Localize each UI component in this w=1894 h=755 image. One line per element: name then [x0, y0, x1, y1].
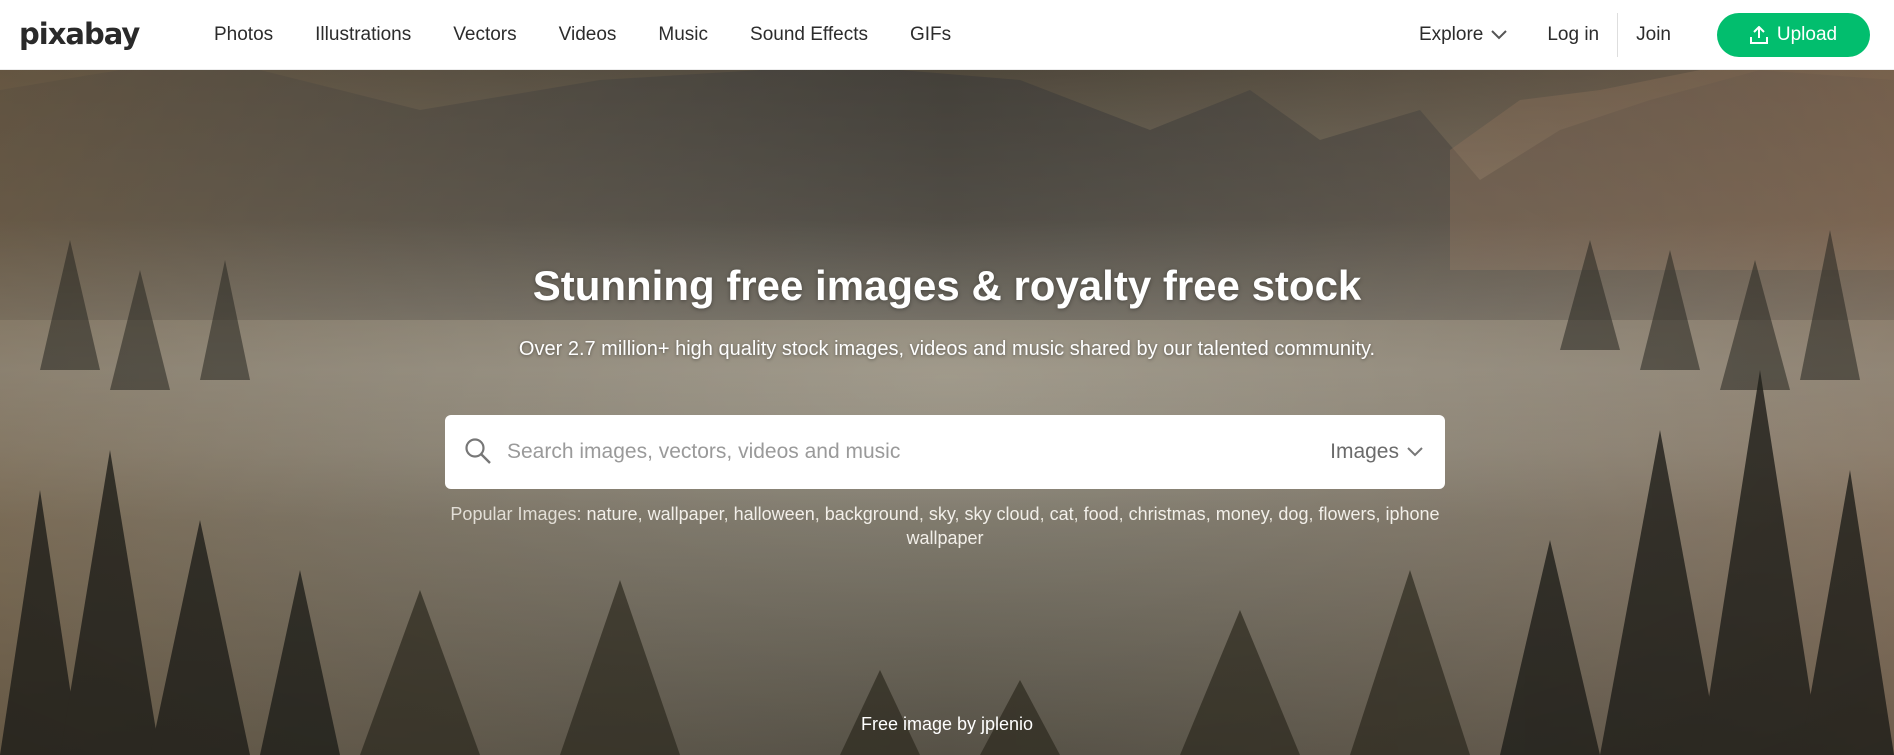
chevron-down-icon [1491, 30, 1508, 40]
upload-label: Upload [1776, 24, 1838, 45]
popular-tag[interactable]: background [825, 504, 919, 524]
nav-vectors[interactable]: Vectors [453, 24, 516, 46]
top-header: pixabay Photos Illustrations Vectors Vid… [0, 0, 1894, 70]
popular-tag[interactable]: money [1216, 504, 1269, 524]
hero-overlay [0, 70, 1894, 755]
nav-videos[interactable]: Videos [559, 24, 617, 46]
popular-tag[interactable]: sky cloud [965, 504, 1040, 524]
hero-subtitle: Over 2.7 million+ high quality stock ima… [518, 338, 1376, 360]
nav-sound-effects[interactable]: Sound Effects [750, 24, 868, 46]
explore-menu[interactable]: Explore [1418, 24, 1508, 46]
popular-searches: Popular Images: nature, wallpaper, hallo… [450, 504, 1440, 548]
hero-title: Stunning free images & royalty free stoc… [532, 262, 1362, 309]
popular-tag[interactable]: cat [1050, 504, 1074, 524]
popular-tag[interactable]: sky [929, 504, 955, 524]
search-input[interactable] [507, 429, 1267, 475]
search-type-dropdown[interactable]: Images [1330, 435, 1423, 469]
popular-tag[interactable]: food [1084, 504, 1119, 524]
search-icon[interactable] [464, 437, 492, 470]
search-type-label: Images [1330, 440, 1399, 463]
search-box: Images [445, 415, 1445, 489]
image-credit-link[interactable]: Free image by jplenio [0, 714, 1894, 735]
popular-tag[interactable]: dog [1278, 504, 1308, 524]
nav-illustrations[interactable]: Illustrations [315, 24, 411, 46]
popular-tag[interactable]: christmas [1129, 504, 1206, 524]
hero-section: Stunning free images & royalty free stoc… [0, 70, 1894, 755]
join-link[interactable]: Join [1618, 13, 1671, 57]
upload-button[interactable]: Upload [1717, 13, 1870, 57]
nav-photos[interactable]: Photos [214, 24, 273, 46]
popular-tag[interactable]: nature [587, 504, 638, 524]
login-link[interactable]: Log in [1547, 13, 1619, 57]
nav-gifs[interactable]: GIFs [910, 24, 951, 46]
nav-music[interactable]: Music [658, 24, 708, 46]
popular-tag[interactable]: flowers [1318, 504, 1375, 524]
explore-label: Explore [1418, 24, 1484, 45]
popular-prefix: Popular Images: [450, 504, 582, 524]
upload-icon [1749, 26, 1768, 44]
pixabay-logo[interactable]: pixabay [19, 12, 140, 56]
popular-tag[interactable]: wallpaper [648, 504, 724, 524]
popular-tag[interactable]: halloween [734, 504, 815, 524]
chevron-down-icon [1407, 447, 1423, 457]
account-nav: Explore Log in Join Upload [1419, 0, 1870, 70]
main-nav: Photos Illustrations Vectors Videos Musi… [214, 0, 993, 70]
